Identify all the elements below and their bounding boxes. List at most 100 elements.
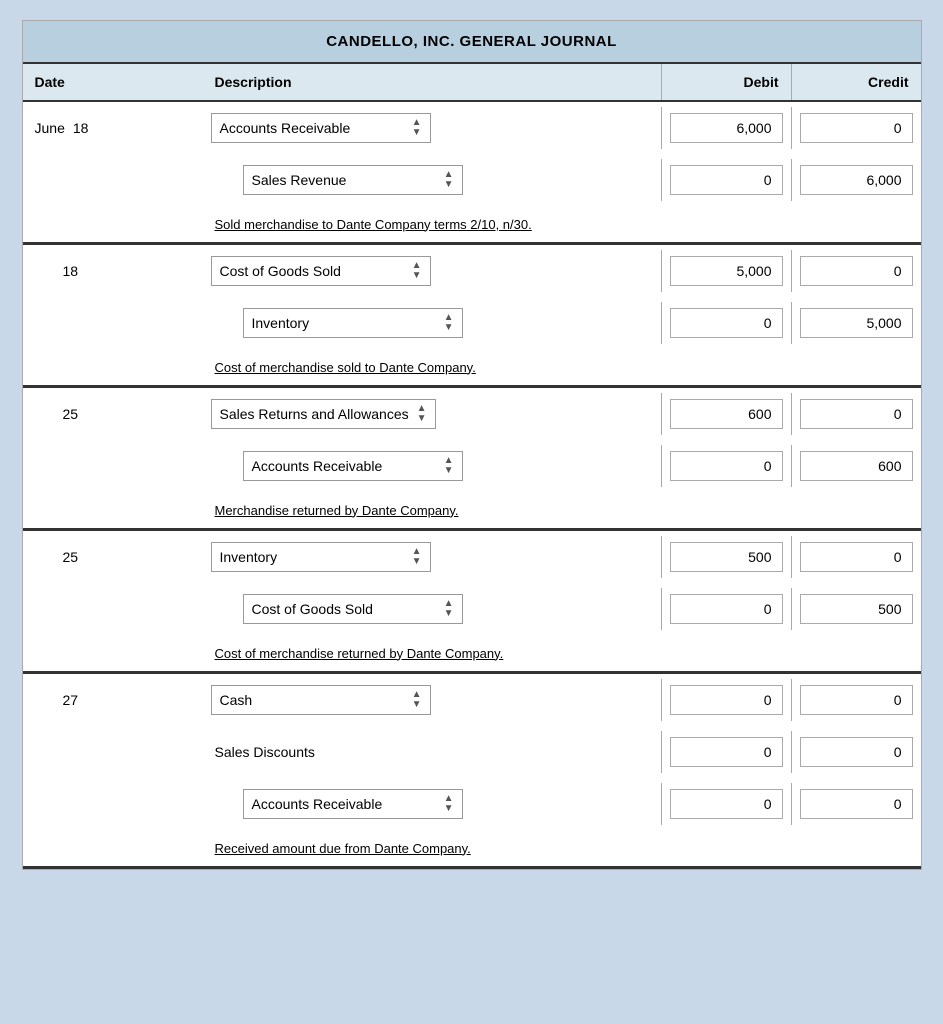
date-cell: 27 — [23, 684, 203, 716]
note-text: Cost of merchandise sold to Dante Compan… — [203, 354, 661, 381]
select-arrows-icon: ▲▼ — [444, 456, 454, 476]
credit-amount: 6,000 — [800, 165, 913, 195]
description-cell: Sales Returns and Allowances ▲▼ — [203, 393, 661, 435]
account-label: Accounts Receivable — [220, 120, 351, 136]
debit-cell: 0 — [661, 731, 791, 773]
table-row: Cost of Goods Sold ▲▼ 0 500 — [23, 583, 921, 635]
credit-cell: 0 — [791, 731, 921, 773]
entry-block-1: June 18 Accounts Receivable ▲▼ 6,000 0 S… — [23, 102, 921, 245]
credit-amount: 0 — [800, 685, 913, 715]
account-label: Sales Returns and Allowances — [220, 406, 409, 422]
debit-cell: 5,000 — [661, 250, 791, 292]
credit-cell: 5,000 — [791, 302, 921, 344]
debit-cell: 0 — [661, 783, 791, 825]
note-text: Cost of merchandise returned by Dante Co… — [203, 640, 661, 667]
account-select[interactable]: Accounts Receivable ▲▼ — [243, 789, 463, 819]
day-label: 18 — [73, 120, 89, 136]
account-select[interactable]: Sales Revenue ▲▼ — [243, 165, 463, 195]
credit-cell: 0 — [791, 679, 921, 721]
table-row: Accounts Receivable ▲▼ 0 600 — [23, 440, 921, 492]
credit-cell: 6,000 — [791, 159, 921, 201]
day-label: 18 — [63, 263, 79, 279]
account-select[interactable]: Inventory ▲▼ — [243, 308, 463, 338]
credit-amount: 0 — [800, 542, 913, 572]
debit-amount: 0 — [670, 451, 783, 481]
entry-block-2: 18 Cost of Goods Sold ▲▼ 5,000 0 Invento… — [23, 245, 921, 388]
day-label: 27 — [63, 692, 79, 708]
month-label: June — [35, 120, 65, 136]
credit-cell: 600 — [791, 445, 921, 487]
note-row: Cost of merchandise sold to Dante Compan… — [23, 349, 921, 385]
date-cell — [23, 744, 203, 760]
credit-amount: 0 — [800, 789, 913, 819]
entry-block-4: 25 Inventory ▲▼ 500 0 Cost of Goods Sold… — [23, 531, 921, 674]
table-row: 25 Inventory ▲▼ 500 0 — [23, 531, 921, 583]
table-row: Inventory ▲▼ 0 5,000 — [23, 297, 921, 349]
account-label: Accounts Receivable — [252, 458, 383, 474]
account-label: Cash — [220, 692, 253, 708]
journal-table: CANDELLO, INC. GENERAL JOURNAL Date Desc… — [22, 20, 922, 870]
description-cell: Inventory ▲▼ — [203, 302, 661, 344]
description-cell: Sales Revenue ▲▼ — [203, 159, 661, 201]
debit-amount: 0 — [670, 789, 783, 819]
date-cell: 25 — [23, 398, 203, 430]
date-cell: June 18 — [23, 112, 203, 144]
debit-cell: 0 — [661, 302, 791, 344]
description-cell: Inventory ▲▼ — [203, 536, 661, 578]
table-row: June 18 Accounts Receivable ▲▼ 6,000 0 — [23, 102, 921, 154]
note-text: Received amount due from Dante Company. — [203, 835, 661, 862]
table-row: Accounts Receivable ▲▼ 0 0 — [23, 778, 921, 830]
select-arrows-icon: ▲▼ — [412, 118, 422, 138]
select-arrows-icon: ▲▼ — [412, 547, 422, 567]
description-cell: Accounts Receivable ▲▼ — [203, 783, 661, 825]
date-cell: 25 — [23, 541, 203, 573]
day-label: 25 — [63, 549, 79, 565]
account-select[interactable]: Sales Returns and Allowances ▲▼ — [211, 399, 436, 429]
credit-amount: 600 — [800, 451, 913, 481]
journal-title: CANDELLO, INC. GENERAL JOURNAL — [23, 21, 921, 64]
table-row: 27 Cash ▲▼ 0 0 — [23, 674, 921, 726]
date-cell — [23, 172, 203, 188]
note-text: Merchandise returned by Dante Company. — [203, 497, 661, 524]
debit-amount: 0 — [670, 737, 783, 767]
account-select[interactable]: Cash ▲▼ — [211, 685, 431, 715]
credit-amount: 0 — [800, 399, 913, 429]
entry-block-3: 25 Sales Returns and Allowances ▲▼ 600 0… — [23, 388, 921, 531]
date-cell — [23, 458, 203, 474]
select-arrows-icon: ▲▼ — [444, 599, 454, 619]
credit-amount: 500 — [800, 594, 913, 624]
credit-amount: 0 — [800, 113, 913, 143]
credit-cell: 0 — [791, 783, 921, 825]
account-select[interactable]: Accounts Receivable ▲▼ — [211, 113, 431, 143]
account-select[interactable]: Inventory ▲▼ — [211, 542, 431, 572]
description-cell: Accounts Receivable ▲▼ — [203, 107, 661, 149]
select-arrows-icon: ▲▼ — [444, 313, 454, 333]
account-select[interactable]: Accounts Receivable ▲▼ — [243, 451, 463, 481]
debit-cell: 0 — [661, 588, 791, 630]
debit-cell: 6,000 — [661, 107, 791, 149]
credit-amount: 0 — [800, 256, 913, 286]
note-row: Received amount due from Dante Company. — [23, 830, 921, 866]
note-row: Merchandise returned by Dante Company. — [23, 492, 921, 528]
credit-cell: 0 — [791, 250, 921, 292]
description-cell: Cost of Goods Sold ▲▼ — [203, 250, 661, 292]
select-arrows-icon: ▲▼ — [412, 690, 422, 710]
description-cell: Cost of Goods Sold ▲▼ — [203, 588, 661, 630]
date-cell — [23, 315, 203, 331]
select-arrows-icon: ▲▼ — [417, 404, 427, 424]
account-select[interactable]: Cost of Goods Sold ▲▼ — [211, 256, 431, 286]
header-description: Description — [203, 64, 661, 100]
credit-amount: 5,000 — [800, 308, 913, 338]
description-cell: Accounts Receivable ▲▼ — [203, 445, 661, 487]
account-label: Inventory — [220, 549, 278, 565]
note-text: Sold merchandise to Dante Company terms … — [203, 211, 661, 238]
table-row: 25 Sales Returns and Allowances ▲▼ 600 0 — [23, 388, 921, 440]
debit-amount: 600 — [670, 399, 783, 429]
account-label: Cost of Goods Sold — [252, 601, 373, 617]
plain-account-label: Sales Discounts — [215, 744, 315, 760]
account-label: Accounts Receivable — [252, 796, 383, 812]
debit-cell: 500 — [661, 536, 791, 578]
description-cell: Sales Discounts — [203, 738, 661, 766]
credit-cell: 500 — [791, 588, 921, 630]
account-select[interactable]: Cost of Goods Sold ▲▼ — [243, 594, 463, 624]
